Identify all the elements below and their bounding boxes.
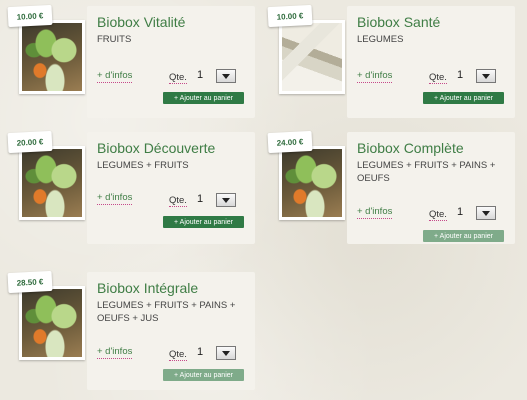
quantity-select-button[interactable] (216, 346, 236, 360)
quantity-label: Qte. (429, 209, 447, 221)
chevron-down-icon (222, 73, 230, 79)
product-title[interactable]: Biobox Découverte (97, 140, 215, 156)
quantity-value[interactable]: 1 (197, 69, 203, 81)
price-tag: 10.00 € (267, 4, 313, 28)
more-info-link[interactable]: + d'infos (97, 192, 133, 205)
quantity-label: Qte. (169, 72, 187, 84)
quantity-label: Qte. (169, 195, 187, 207)
quantity-value[interactable]: 1 (457, 206, 463, 218)
chevron-down-icon (482, 210, 490, 216)
quantity-select-button[interactable] (216, 193, 236, 207)
quantity-value[interactable]: 1 (197, 346, 203, 358)
more-info-link[interactable]: + d'infos (357, 70, 393, 83)
product-image[interactable] (19, 20, 85, 94)
price-tag: 20.00 € (7, 130, 53, 154)
more-info-link[interactable]: + d'infos (357, 206, 393, 219)
chevron-down-icon (222, 197, 230, 203)
price-tag: 10.00 € (7, 4, 53, 28)
product-description: LEGUMES + FRUITS + PAINS + OEUFS (357, 160, 496, 184)
quantity-select-button[interactable] (216, 69, 236, 83)
more-info-link[interactable]: + d'infos (97, 70, 133, 83)
price-tag: 28.50 € (7, 270, 53, 294)
product-title[interactable]: Biobox Vitalité (97, 14, 185, 30)
add-to-cart-button[interactable]: + Ajouter au panier (163, 92, 244, 104)
quantity-select-button[interactable] (476, 69, 496, 83)
product-image[interactable] (279, 146, 345, 220)
product-title[interactable]: Biobox Santé (357, 14, 440, 30)
product-title[interactable]: Biobox Complète (357, 140, 464, 156)
quantity-value[interactable]: 1 (457, 69, 463, 81)
more-info-link[interactable]: + d'infos (97, 346, 133, 359)
product-card-complete: 24.00 € Biobox Complète LEGUMES + FRUITS… (267, 130, 518, 244)
add-to-cart-button[interactable]: + Ajouter au panier (423, 92, 504, 104)
product-image[interactable] (279, 20, 345, 94)
product-card-vitalite: 10.00 € Biobox Vitalité FRUITS + d'infos… (7, 4, 258, 118)
product-description: LEGUMES (357, 34, 404, 45)
product-image[interactable] (19, 286, 85, 360)
product-description: LEGUMES + FRUITS + PAINS + OEUFS + JUS (97, 300, 236, 324)
quantity-label: Qte. (169, 349, 187, 361)
add-to-cart-button[interactable]: + Ajouter au panier (163, 369, 244, 381)
product-image[interactable] (19, 146, 85, 220)
quantity-value[interactable]: 1 (197, 193, 203, 205)
price-tag: 24.00 € (267, 130, 313, 154)
add-to-cart-button[interactable]: + Ajouter au panier (423, 230, 504, 242)
quantity-label: Qte. (429, 72, 447, 84)
add-to-cart-button[interactable]: + Ajouter au panier (163, 216, 244, 228)
product-card-integrale: 28.50 € Biobox Intégrale LEGUMES + FRUIT… (7, 270, 258, 390)
chevron-down-icon (482, 73, 490, 79)
product-description: FRUITS (97, 34, 132, 45)
product-card-sante: 10.00 € Biobox Santé LEGUMES + d'infos Q… (267, 4, 518, 118)
quantity-select-button[interactable] (476, 206, 496, 220)
chevron-down-icon (222, 350, 230, 356)
product-title[interactable]: Biobox Intégrale (97, 280, 198, 296)
product-description: LEGUMES + FRUITS (97, 160, 189, 171)
product-card-decouverte: 20.00 € Biobox Découverte LEGUMES + FRUI… (7, 130, 258, 244)
